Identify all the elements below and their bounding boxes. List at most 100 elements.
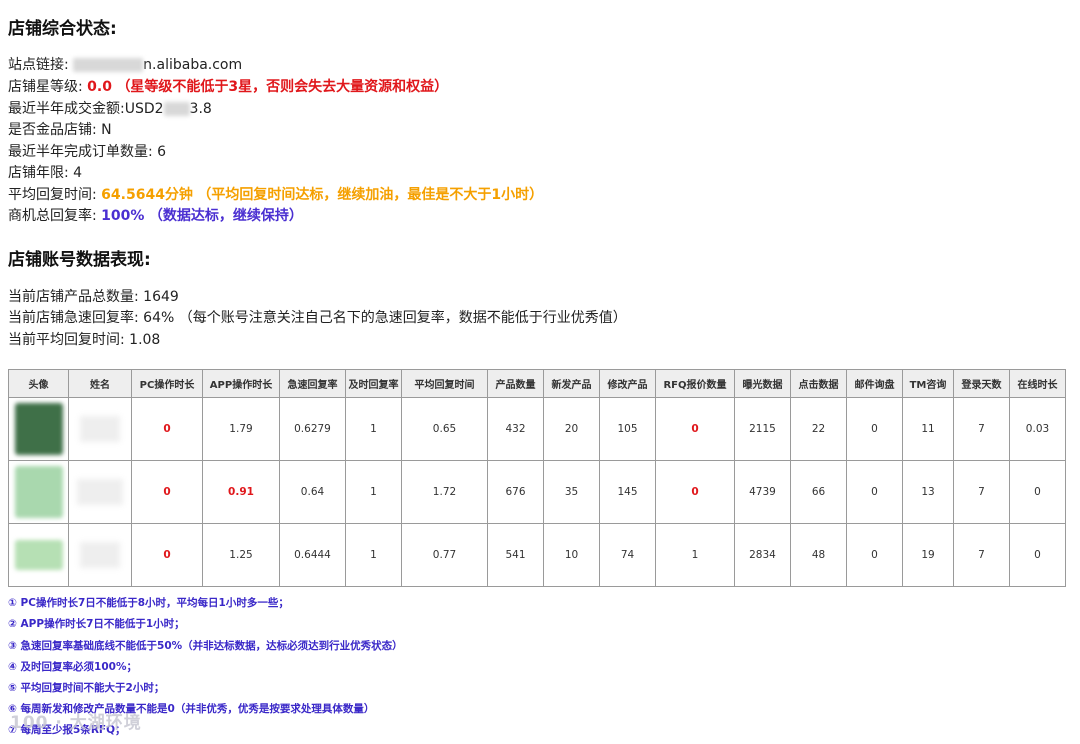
note-item: ① PC操作时长7日不能低于8小时，平均每日1小时多一些； bbox=[8, 597, 289, 609]
section-title-account-data: 店铺账号数据表现: bbox=[8, 250, 151, 270]
table-row: 0 1.25 0.6444 1 0.77 541 10 74 1 2834 48… bbox=[8, 523, 1066, 587]
exposure-cell: 2115 bbox=[734, 397, 791, 461]
star-label: 店铺星等级: bbox=[8, 79, 83, 95]
col-header-products: 产品数量 bbox=[487, 369, 544, 398]
reply-note: （平均回复时间达标，继续加油，最佳是不大于1小时） bbox=[197, 187, 544, 203]
new-products-cell: 20 bbox=[543, 397, 600, 461]
col-header-clicks: 点击数据 bbox=[790, 369, 847, 398]
gold-store-line: 是否金品店铺: N bbox=[8, 119, 112, 139]
app-time-cell: 1.25 bbox=[202, 523, 280, 587]
products-label: 当前店铺产品总数量: bbox=[8, 289, 139, 305]
online-time-cell: 0.03 bbox=[1009, 397, 1066, 461]
avatar[interactable] bbox=[14, 466, 63, 518]
timely-rate-cell: 1 bbox=[345, 397, 402, 461]
avg-reply-line: 当前平均回复时间: 1.08 bbox=[8, 329, 160, 349]
clicks-cell: 48 bbox=[790, 523, 847, 587]
years-label: 店铺年限: bbox=[8, 165, 69, 181]
quick-rate-cell: 0.6444 bbox=[279, 523, 346, 587]
account-stats-table: 头像 姓名 PC操作时长 APP操作时长 急速回复率 及时回复率 平均回复时间 … bbox=[8, 369, 1066, 587]
col-header-avatar: 头像 bbox=[8, 369, 69, 398]
site-link-value[interactable]: n.alibaba.com bbox=[143, 57, 242, 73]
timely-rate-cell: 1 bbox=[345, 523, 402, 587]
name-cell bbox=[68, 397, 132, 461]
orders-value: 6 bbox=[157, 144, 167, 160]
quick-label: 当前店铺急速回复率: bbox=[8, 310, 139, 326]
avg-value: 1.08 bbox=[129, 332, 161, 348]
watermark: 100 · 大湖环境 bbox=[10, 713, 142, 733]
col-header-tm: TM咨询 bbox=[902, 369, 954, 398]
col-header-login-days: 登录天数 bbox=[953, 369, 1010, 398]
avg-reply-cell: 0.77 bbox=[401, 523, 488, 587]
redacted-block bbox=[163, 102, 190, 116]
name-redacted bbox=[80, 542, 120, 568]
years-line: 店铺年限: 4 bbox=[8, 162, 82, 182]
avatar[interactable] bbox=[14, 403, 63, 455]
products-cell: 432 bbox=[487, 397, 544, 461]
clicks-cell: 22 bbox=[790, 397, 847, 461]
quick-value: 64% bbox=[143, 310, 175, 326]
years-value: 4 bbox=[73, 165, 83, 181]
response-rate-line: 商机总回复率: 100% （数据达标，继续保持） bbox=[8, 205, 303, 225]
avg-label: 当前平均回复时间: bbox=[8, 332, 125, 348]
avatar-cell bbox=[8, 523, 69, 587]
orders-line: 最近半年完成订单数量: 6 bbox=[8, 141, 166, 161]
mail-cell: 0 bbox=[846, 523, 903, 587]
login-days-cell: 7 bbox=[953, 523, 1010, 587]
site-link-label: 站点链接: bbox=[8, 57, 69, 73]
products-value: 1649 bbox=[143, 289, 179, 305]
turnover-line: 最近半年成交金额:USD2 3.8 bbox=[8, 98, 212, 118]
mail-cell: 0 bbox=[846, 397, 903, 461]
avg-reply-cell: 1.72 bbox=[401, 460, 488, 524]
reply-value: 64.5644分钟 bbox=[101, 187, 193, 203]
star-level-line: 店铺星等级: 0.0 （星等级不能低于3星，否则会失去大量资源和权益） bbox=[8, 76, 448, 96]
exposure-cell: 2834 bbox=[734, 523, 791, 587]
edit-products-cell: 105 bbox=[599, 397, 656, 461]
tm-cell: 19 bbox=[902, 523, 954, 587]
quick-rate-cell: 0.64 bbox=[279, 460, 346, 524]
avatar-cell bbox=[8, 397, 69, 461]
rfq-cell: 1 bbox=[655, 523, 735, 587]
new-products-cell: 10 bbox=[543, 523, 600, 587]
rate-label: 商机总回复率: bbox=[8, 208, 97, 224]
edit-products-cell: 74 bbox=[599, 523, 656, 587]
note-item: ③ 急速回复率基础底线不能低于50%（并非达标数据，达标必须达到行业优秀状态） bbox=[8, 640, 403, 652]
login-days-cell: 7 bbox=[953, 397, 1010, 461]
col-header-new-products: 新发产品 bbox=[543, 369, 600, 398]
products-cell: 676 bbox=[487, 460, 544, 524]
star-value: 0.0 bbox=[87, 79, 112, 95]
turnover-prefix: USD2 bbox=[124, 101, 164, 117]
online-time-cell: 0 bbox=[1009, 460, 1066, 524]
name-cell bbox=[68, 523, 132, 587]
avg-reply-cell: 0.65 bbox=[401, 397, 488, 461]
table-header-row: 头像 姓名 PC操作时长 APP操作时长 急速回复率 及时回复率 平均回复时间 … bbox=[8, 369, 1066, 398]
col-header-pc-time: PC操作时长 bbox=[131, 369, 203, 398]
turnover-label: 最近半年成交金额: bbox=[8, 101, 125, 117]
pc-time-cell: 0 bbox=[131, 523, 203, 587]
reply-time-line: 平均回复时间: 64.5644分钟 （平均回复时间达标，继续加油，最佳是不大于1… bbox=[8, 184, 543, 204]
col-header-quick-rate: 急速回复率 bbox=[279, 369, 346, 398]
pc-time-cell: 0 bbox=[131, 397, 203, 461]
col-header-name: 姓名 bbox=[68, 369, 132, 398]
note-item: ④ 及时回复率必须100%； bbox=[8, 661, 137, 673]
app-time-cell: 1.79 bbox=[202, 397, 280, 461]
rfq-cell: 0 bbox=[655, 397, 735, 461]
products-cell: 541 bbox=[487, 523, 544, 587]
reply-label: 平均回复时间: bbox=[8, 187, 97, 203]
table-row: 0 1.79 0.6279 1 0.65 432 20 105 0 2115 2… bbox=[8, 397, 1066, 461]
rate-note: （数据达标，继续保持） bbox=[148, 208, 303, 224]
quick-rate-cell: 0.6279 bbox=[279, 397, 346, 461]
quick-reply-line: 当前店铺急速回复率: 64% （每个账号注意关注自己名下的急速回复率，数据不能低… bbox=[8, 307, 627, 327]
redacted-block bbox=[73, 58, 144, 72]
orders-label: 最近半年完成订单数量: bbox=[8, 144, 153, 160]
edit-products-cell: 145 bbox=[599, 460, 656, 524]
online-time-cell: 0 bbox=[1009, 523, 1066, 587]
exposure-cell: 4739 bbox=[734, 460, 791, 524]
col-header-avg-reply: 平均回复时间 bbox=[401, 369, 488, 398]
app-time-cell: 0.91 bbox=[202, 460, 280, 524]
clicks-cell: 66 bbox=[790, 460, 847, 524]
turnover-suffix: 3.8 bbox=[189, 101, 212, 117]
quick-note: （每个账号注意关注自己名下的急速回复率，数据不能低于行业优秀值） bbox=[178, 310, 627, 326]
avatar[interactable] bbox=[14, 540, 63, 570]
col-header-timely-rate: 及时回复率 bbox=[345, 369, 402, 398]
name-redacted bbox=[77, 479, 123, 505]
